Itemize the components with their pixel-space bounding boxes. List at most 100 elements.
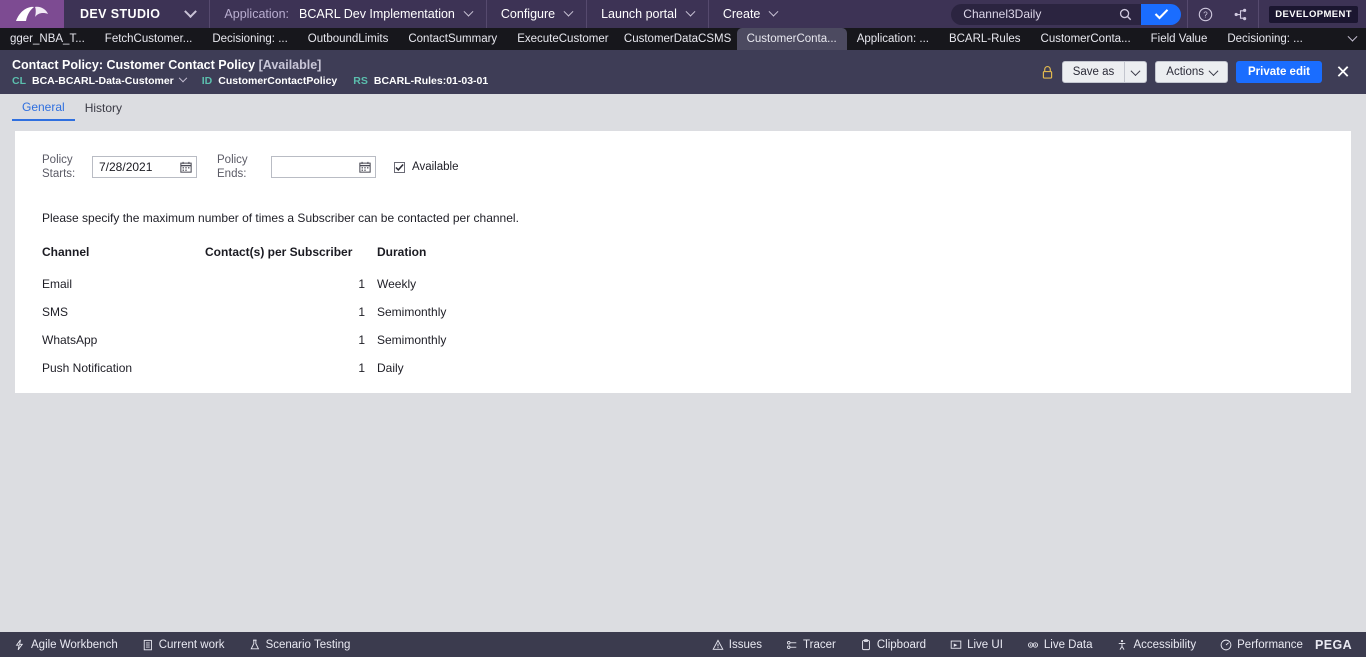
tab-label: History [84, 100, 123, 115]
chevron-down-icon [563, 6, 574, 17]
cell-channel: Push Notification [42, 361, 133, 375]
create-menu[interactable]: Create [709, 0, 792, 28]
footer-item-scenario-testing[interactable]: Scenario Testing [237, 639, 363, 651]
policy-date-row: Policy Starts: Policy [42, 153, 1351, 181]
policy-ends-field[interactable] [271, 156, 376, 178]
footer-right-group: Issues Tracer Clipboard Live UI Live Data Acc… [698, 639, 1315, 651]
search-box[interactable] [951, 3, 1142, 25]
policy-ends-label: Policy Ends: [217, 154, 248, 180]
dev-studio-menu[interactable]: DEV STUDIO [64, 0, 211, 28]
lock-icon[interactable] [1041, 65, 1054, 80]
launch-portal-menu[interactable]: Launch portal [587, 0, 709, 28]
footer-item-agile-workbench[interactable]: Agile Workbench [0, 639, 130, 651]
rule-header-info: Contact Policy: Customer Contact Policy … [12, 58, 488, 87]
share-nodes-icon [1234, 8, 1247, 20]
policy-ends-input[interactable] [278, 160, 358, 174]
cell-duration: Semimonthly [377, 305, 447, 319]
class-key-label: CL [12, 74, 26, 87]
content-area: Policy Starts: Policy [0, 121, 1366, 393]
warning-triangle-icon [712, 638, 724, 650]
application-selector[interactable]: Application: BCARL Dev Implementation [210, 0, 487, 28]
column-header-channel: Channel [42, 245, 90, 259]
window-tab-label: gger_NBA_T... [10, 33, 85, 45]
dev-studio-label: DEV STUDIO [80, 7, 161, 21]
window-tab[interactable]: CustomerConta... [1031, 28, 1141, 50]
save-as-dropdown-button[interactable] [1125, 61, 1148, 83]
tab-general[interactable]: General [12, 94, 75, 121]
window-tab-label: ContactSummary [408, 33, 498, 45]
pega-logo[interactable] [0, 0, 64, 28]
window-tab[interactable]: Application: ... [847, 28, 939, 50]
window-tab[interactable]: Decisioning: ... [1217, 28, 1312, 50]
window-tab[interactable]: Field Value [1141, 28, 1218, 50]
search-input[interactable] [963, 7, 1116, 21]
save-as-button[interactable]: Save as [1061, 61, 1126, 83]
window-tab[interactable]: FetchCustomer... [95, 28, 203, 50]
svg-text:?: ? [1204, 10, 1209, 19]
window-tab[interactable]: BCARL-Rules [939, 28, 1031, 50]
window-tab-label: CustomerConta... [746, 33, 837, 45]
rule-header: Contact Policy: Customer Contact Policy … [0, 50, 1366, 94]
window-tab-label: FetchCustomer... [104, 33, 193, 45]
chevron-down-icon[interactable] [178, 73, 187, 82]
environment-badge: DEVELOPMENT [1269, 5, 1358, 23]
footer-item-live-data[interactable]: Live Data [1015, 639, 1105, 651]
actions-button[interactable]: Actions [1155, 61, 1228, 83]
close-icon[interactable]: ✕ [1332, 61, 1354, 83]
help-text: Please specify the maximum number of tim… [42, 211, 519, 225]
check-icon [1154, 9, 1169, 20]
configure-menu[interactable]: Configure [487, 0, 588, 28]
private-edit-button[interactable]: Private edit [1236, 61, 1322, 83]
global-search[interactable] [951, 3, 1182, 25]
window-tab[interactable]: OutboundLimits [298, 28, 399, 50]
window-tab[interactable]: ExecuteCustomer [507, 28, 618, 50]
chevron-down-icon [1208, 65, 1219, 76]
footer-item-label: Tracer [803, 638, 836, 651]
calendar-icon[interactable] [180, 161, 192, 173]
footer-item-live-ui[interactable]: Live UI [938, 639, 1015, 651]
help-circle-icon: ? [1199, 7, 1213, 21]
footer-item-current-work[interactable]: Current work [130, 639, 237, 651]
window-tab[interactable]: ContactSummary [398, 28, 507, 50]
clipboard-list-icon [143, 639, 152, 650]
help-button[interactable]: ? [1188, 0, 1223, 28]
top-app-bar: DEV STUDIO Application: BCARL Dev Implem… [0, 0, 1366, 28]
chevron-down-icon [768, 6, 779, 17]
policy-starts-field[interactable] [92, 156, 197, 178]
pega-brand-label: PEGA [1314, 637, 1352, 652]
footer-item-label: Scenario Testing [265, 638, 351, 651]
class-value: BCA-BCARL-Data-Customer [32, 74, 174, 87]
tab-history[interactable]: History [75, 94, 132, 121]
clipboard-icon [861, 638, 870, 650]
page-title: Contact Policy: Customer Contact Policy … [12, 58, 488, 72]
window-tab[interactable]: gger_NBA_T... [0, 28, 95, 50]
search-submit-button[interactable] [1141, 3, 1182, 25]
tabstrip-overflow-button[interactable] [1347, 28, 1366, 50]
available-checkbox-group[interactable]: Available [394, 161, 458, 173]
window-tab[interactable]: CustomerDataCSMS [619, 28, 737, 50]
footer-item-label: Accessibility [1133, 638, 1197, 651]
footer-bar: Agile Workbench Current work Scenario Test… [0, 632, 1366, 657]
table-row: Push Notification 1 Daily [42, 355, 577, 383]
footer-item-issues[interactable]: Issues [698, 639, 774, 651]
cell-contacts: 1 [358, 361, 365, 375]
policy-starts-input[interactable] [99, 160, 179, 174]
cell-channel: Email [42, 277, 73, 291]
window-tab-label: Field Value [1150, 33, 1208, 45]
footer-item-label: Live Data [1043, 638, 1093, 651]
footer-item-clipboard[interactable]: Clipboard [848, 639, 938, 651]
share-nodes-button[interactable] [1223, 0, 1258, 28]
rule-metadata: CL BCA-BCARL-Data-Customer ID CustomerCo… [12, 73, 488, 87]
footer-item-tracer[interactable]: Tracer [774, 639, 848, 651]
window-tab[interactable]: CustomerConta... [736, 28, 847, 50]
window-tab[interactable]: Decisioning: ... [202, 28, 297, 50]
rule-title-text: Contact Policy: Customer Contact Policy [12, 57, 256, 72]
live-ui-icon [950, 640, 962, 649]
configure-label: Configure [500, 7, 556, 21]
footer-item-performance[interactable]: Performance [1208, 639, 1315, 651]
available-checkbox[interactable] [394, 161, 405, 173]
footer-item-accessibility[interactable]: Accessibility [1104, 639, 1208, 651]
calendar-icon[interactable] [359, 161, 371, 173]
cell-channel: SMS [42, 305, 69, 319]
create-label: Create [722, 7, 761, 21]
